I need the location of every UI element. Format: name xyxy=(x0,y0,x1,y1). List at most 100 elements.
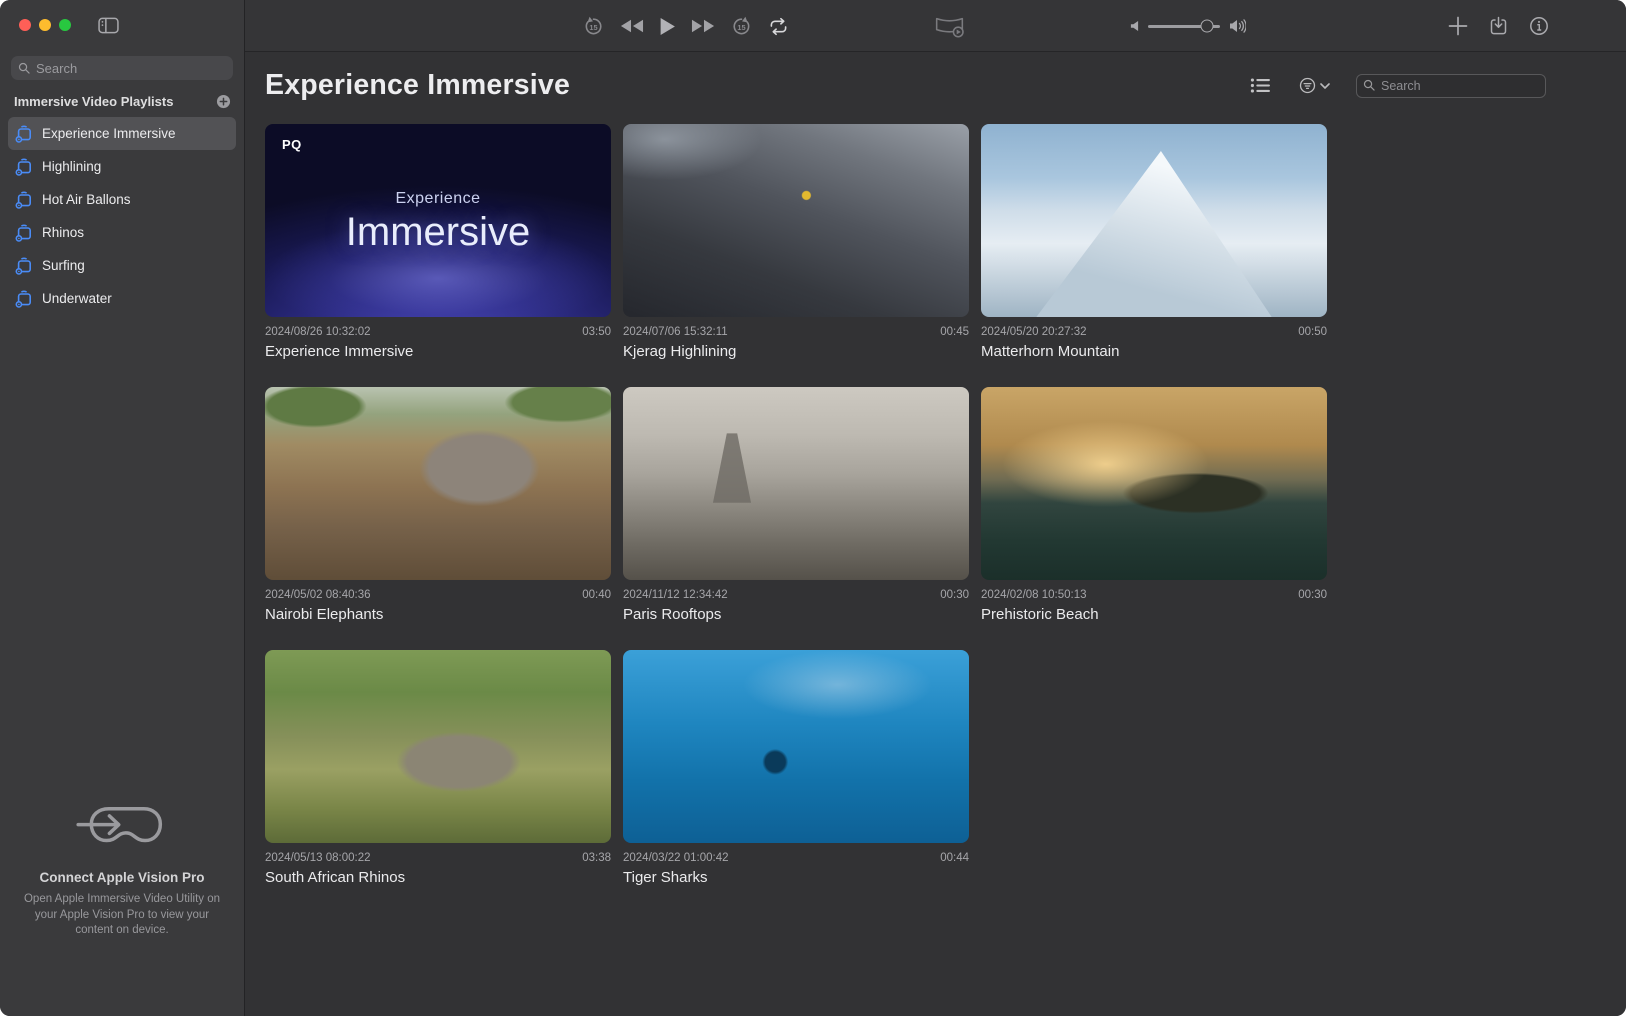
sidebar-item-hot-air-ballons[interactable]: Hot Air Ballons xyxy=(8,183,236,216)
thumbnail-overlay-subtitle: Experience xyxy=(395,190,480,208)
sidebar-item-label: Highlining xyxy=(42,159,101,174)
app-window: Immersive Video Playlists Experience Imm… xyxy=(0,0,1626,1016)
list-view-button[interactable] xyxy=(1250,77,1299,94)
video-duration: 03:38 xyxy=(582,852,611,864)
video-datetime: 2024/02/08 10:50:13 xyxy=(981,589,1087,601)
page-title: Experience Immersive xyxy=(265,69,570,102)
connect-vision-pro-description: Open Apple Immersive Video Utility on yo… xyxy=(18,892,226,938)
plus-icon xyxy=(1448,16,1468,36)
svg-text:15: 15 xyxy=(737,23,745,32)
sidebar-item-rhinos[interactable]: Rhinos xyxy=(8,216,236,249)
list-view-icon xyxy=(1250,77,1271,94)
close-button[interactable] xyxy=(19,19,31,31)
content-search-input[interactable] xyxy=(1381,79,1539,93)
video-card-nairobi-elephants: 2024/05/02 08:40:36 00:40 Nairobi Elepha… xyxy=(265,387,611,623)
video-title: Experience Immersive xyxy=(265,343,611,360)
play-icon xyxy=(659,17,676,36)
video-duration: 00:30 xyxy=(940,589,969,601)
repeat-icon xyxy=(767,17,790,36)
video-title: Kjerag Highlining xyxy=(623,343,969,360)
video-thumbnail[interactable] xyxy=(623,650,969,843)
video-title: Matterhorn Mountain xyxy=(981,343,1327,360)
video-thumbnail[interactable] xyxy=(623,124,969,317)
video-duration: 00:40 xyxy=(582,589,611,601)
video-title: Tiger Sharks xyxy=(623,869,969,886)
sidebar-item-label: Underwater xyxy=(42,291,112,306)
video-thumbnail[interactable]: PQ Experience Immersive xyxy=(265,124,611,317)
playlists-list: Experience Immersive Highlining Hot Air … xyxy=(0,117,244,315)
skip-back-button[interactable]: 15 xyxy=(583,16,604,37)
repeat-button[interactable] xyxy=(767,17,790,36)
playback-controls: 15 xyxy=(583,0,790,52)
content-search-field[interactable] xyxy=(1356,74,1546,98)
svg-text:15: 15 xyxy=(589,23,597,32)
sidebar-item-experience-immersive[interactable]: Experience Immersive xyxy=(8,117,236,150)
rewind-button[interactable] xyxy=(619,18,644,34)
video-duration: 00:44 xyxy=(940,852,969,864)
video-datetime: 2024/08/26 10:32:02 xyxy=(265,326,371,338)
info-button[interactable] xyxy=(1529,16,1549,36)
video-duration: 00:50 xyxy=(1298,326,1327,338)
video-datetime: 2024/03/22 01:00:42 xyxy=(623,852,729,864)
chevron-down-icon xyxy=(1320,83,1330,89)
sidebar-toggle-icon xyxy=(98,17,119,34)
import-icon xyxy=(1488,16,1509,37)
filter-menu-button[interactable] xyxy=(1299,77,1330,94)
plus-circle-icon xyxy=(216,94,231,109)
immersive-preview-button[interactable] xyxy=(933,14,966,38)
zoom-button[interactable] xyxy=(59,19,71,31)
sidebar-item-surfing[interactable]: Surfing xyxy=(8,249,236,282)
video-datetime: 2024/07/06 15:32:11 xyxy=(623,326,728,338)
volume-min-icon xyxy=(1130,20,1139,32)
video-card-matterhorn-mountain: 2024/05/20 20:27:32 00:50 Matterhorn Mou… xyxy=(981,124,1327,360)
connect-vision-pro-title: Connect Apple Vision Pro xyxy=(18,870,226,885)
sidebar-item-label: Rhinos xyxy=(42,225,84,240)
immersive-video-icon xyxy=(933,14,966,38)
volume-slider-knob[interactable] xyxy=(1201,20,1214,33)
sidebar-item-label: Surfing xyxy=(42,258,85,273)
video-thumbnail[interactable] xyxy=(265,650,611,843)
import-button[interactable] xyxy=(1488,16,1509,37)
sidebar: Immersive Video Playlists Experience Imm… xyxy=(0,0,245,1016)
main-area: 15 xyxy=(245,0,1626,1016)
add-button[interactable] xyxy=(1448,16,1468,36)
playlist-icon xyxy=(14,190,34,210)
window-controls xyxy=(0,0,244,32)
search-icon xyxy=(18,62,31,75)
sidebar-search-input[interactable] xyxy=(36,61,226,76)
video-thumbnail[interactable] xyxy=(623,387,969,580)
search-icon xyxy=(1363,79,1376,92)
sidebar-item-highlining[interactable]: Highlining xyxy=(8,150,236,183)
video-title: Nairobi Elephants xyxy=(265,606,611,623)
sidebar-item-label: Hot Air Ballons xyxy=(42,192,131,207)
sidebar-toggle-button[interactable] xyxy=(98,17,119,34)
fast-forward-button[interactable] xyxy=(691,18,716,34)
video-thumbnail[interactable] xyxy=(981,387,1327,580)
volume-max-icon xyxy=(1229,19,1246,33)
video-thumbnail[interactable] xyxy=(265,387,611,580)
playlist-icon xyxy=(14,289,34,309)
info-icon xyxy=(1529,16,1549,36)
play-button[interactable] xyxy=(659,17,676,36)
video-card-prehistoric-beach: 2024/02/08 10:50:13 00:30 Prehistoric Be… xyxy=(981,387,1327,623)
video-thumbnail[interactable] xyxy=(981,124,1327,317)
toolbar: 15 xyxy=(245,0,1626,52)
add-playlist-button[interactable] xyxy=(216,94,231,109)
video-card-experience-immersive: PQ Experience Immersive 2024/08/26 10:32… xyxy=(265,124,611,360)
video-card-kjerag-highlining: 2024/07/06 15:32:11 00:45 Kjerag Highlin… xyxy=(623,124,969,360)
video-card-south-african-rhinos: 2024/05/13 08:00:22 03:38 South African … xyxy=(265,650,611,886)
playlists-section-header: Immersive Video Playlists xyxy=(0,80,244,109)
connect-vision-pro-panel: Connect Apple Vision Pro Open Apple Imme… xyxy=(0,802,244,1016)
rewind-icon xyxy=(619,18,644,34)
skip-forward-button[interactable]: 15 xyxy=(731,16,752,37)
volume-slider[interactable] xyxy=(1148,25,1220,28)
filter-icon xyxy=(1299,77,1316,94)
playlist-icon xyxy=(14,256,34,276)
fast-forward-icon xyxy=(691,18,716,34)
thumbnail-overlay: Experience Immersive xyxy=(265,124,611,317)
sidebar-item-underwater[interactable]: Underwater xyxy=(8,282,236,315)
minimize-button[interactable] xyxy=(39,19,51,31)
video-datetime: 2024/05/02 08:40:36 xyxy=(265,589,371,601)
sidebar-search-field[interactable] xyxy=(11,56,233,80)
video-title: Prehistoric Beach xyxy=(981,606,1327,623)
